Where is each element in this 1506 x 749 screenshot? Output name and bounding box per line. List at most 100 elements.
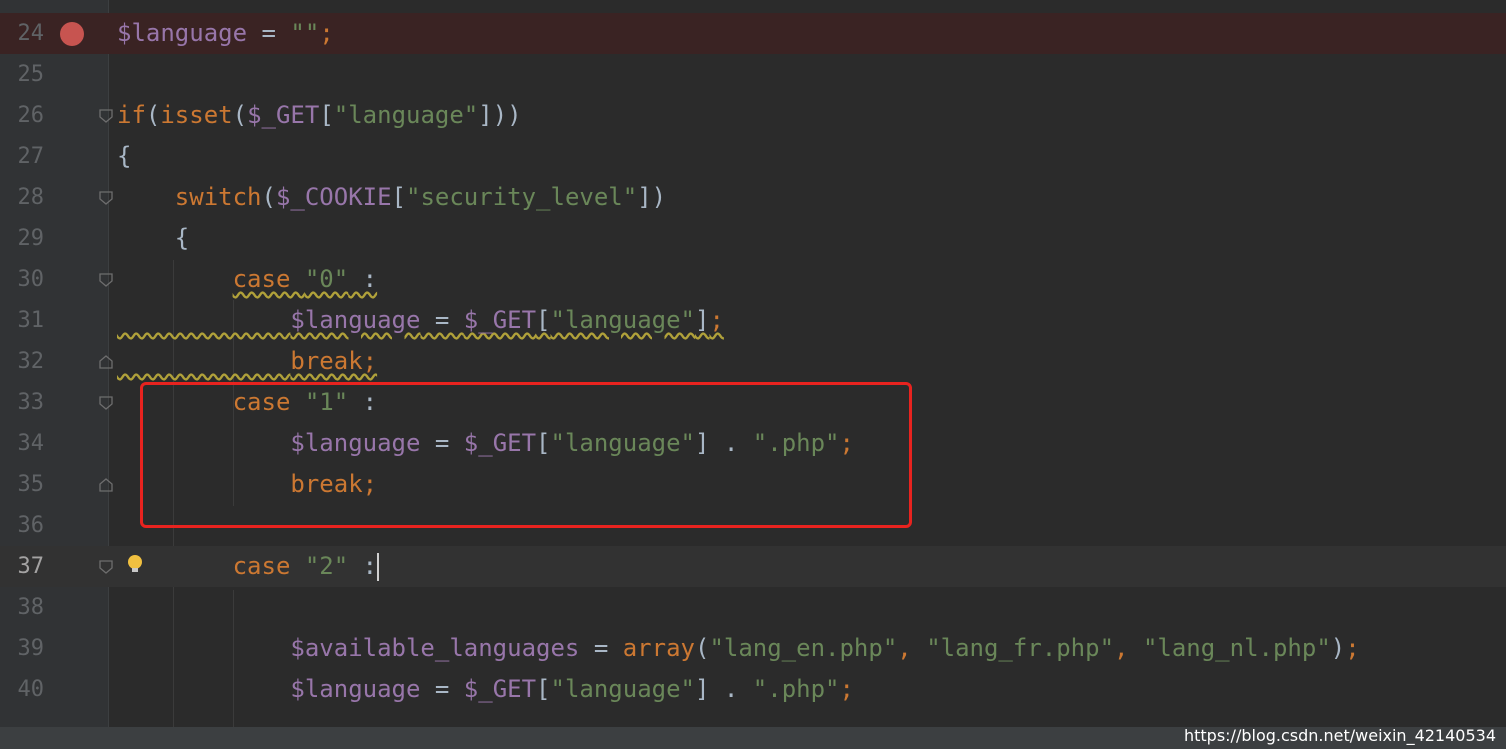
code-line[interactable]: 32 break; [0,341,1506,382]
code-line[interactable]: 26 if(isset($_GET["language"])) [0,95,1506,136]
code-token: ]) [637,183,667,211]
code-token: ".php" [752,675,840,703]
line-number: 26 [17,103,45,128]
code-line[interactable]: 37 case "2" : [0,546,1506,587]
code-text[interactable]: case "0" : [117,259,378,300]
code-text[interactable]: { [117,136,131,177]
code-token: ; [839,675,854,703]
code-line[interactable]: 31 $language = $_GET["language"]; [0,300,1506,341]
code-token: break; [290,347,378,375]
code-token: $language [117,19,248,47]
code-token: ( [145,101,161,129]
breakpoint-icon[interactable] [60,22,84,46]
code-line[interactable]: 27 { [0,136,1506,177]
code-text[interactable]: if(isset($_GET["language"])) [117,95,522,136]
code-text[interactable]: $available_languages = array("lang_en.ph… [117,628,1360,669]
code-token: ( [261,183,276,211]
code-token: $_GET [463,675,537,703]
code-token: [ [536,306,551,334]
line-number: 36 [17,513,45,538]
code-token: $available_languages [290,634,580,662]
code-text[interactable]: $language = $_GET["language"] . ".php"; [117,669,854,710]
code-token: ) [1330,634,1346,662]
code-token: ] [695,306,710,334]
code-token: switch [174,183,262,211]
line-number: 33 [17,390,45,415]
code-token: $language [290,306,421,334]
line-number: 40 [17,677,45,702]
fold-open-icon[interactable] [98,395,114,411]
code-token: "lang_nl.php" [1142,634,1331,662]
code-token: = [579,634,623,662]
code-line[interactable]: 28 switch($_COOKIE["security_level"]) [0,177,1506,218]
code-token: "" [290,19,320,47]
code-token: "language" [550,306,696,334]
code-line[interactable]: 30 case "0" : [0,259,1506,300]
code-token: case [232,552,305,580]
code-token: , [1114,634,1143,662]
fold-open-icon[interactable] [98,559,114,575]
line-number: 31 [17,308,45,333]
code-text[interactable]: switch($_COOKIE["security_level"]) [117,177,666,218]
fold-close-icon[interactable] [98,354,114,370]
code-text[interactable]: { [117,218,189,259]
line-number: 24 [17,21,45,46]
line-number: 38 [17,595,45,620]
line-number: 27 [17,144,45,169]
code-token: { [117,224,190,252]
line-number: 25 [17,62,45,87]
code-text[interactable]: $language = $_GET["language"]; [117,300,724,341]
code-token: { [117,142,132,170]
code-token: , [897,634,927,662]
code-token: : [348,265,378,293]
code-token: = [247,19,291,47]
fold-open-icon[interactable] [98,272,114,288]
code-token: ; [709,306,724,334]
code-token: ( [694,634,710,662]
line-number: 28 [17,185,45,210]
code-text[interactable]: $language = ""; [117,13,334,54]
code-token: "0" [304,265,349,293]
code-text[interactable]: case "2" : [117,546,380,587]
code-token: = [420,306,464,334]
code-token: $_GET [247,101,320,129]
code-token: "language" [550,675,696,703]
code-line[interactable]: 24 $language = ""; [0,13,1506,54]
code-token: "2" [304,552,349,580]
code-token: $_COOKIE [275,183,392,211]
line-number: 37 [17,554,45,579]
fold-open-icon[interactable] [98,108,114,124]
code-token: [ [391,183,406,211]
code-line[interactable]: 40 $language = $_GET["language"] . ".php… [0,669,1506,710]
code-line[interactable]: 38 [0,587,1506,628]
code-line[interactable]: 25 [0,54,1506,95]
fold-open-icon[interactable] [98,190,114,206]
code-token: ; [319,19,334,47]
code-token: ( [232,101,248,129]
line-number: 30 [17,267,45,292]
code-token: "lang_fr.php" [926,634,1115,662]
code-text[interactable]: break; [117,341,377,382]
code-line[interactable]: 29 { [0,218,1506,259]
code-token: if [117,101,146,129]
code-token: [ [536,675,551,703]
code-token: $language [290,675,421,703]
code-token: ; [1345,634,1360,662]
line-number: 29 [17,226,45,251]
code-token: "security_level" [406,183,638,211]
text-caret [377,553,380,581]
line-number: 39 [17,636,45,661]
code-token: [ [319,101,334,129]
code-editor[interactable]: 24 $language = ""; 25 26 if(isset($_GET["lan… [0,0,1506,749]
highlight-box [140,382,912,528]
line-number: 32 [17,349,45,374]
code-token: ])) [478,101,522,129]
code-line[interactable]: 39 $available_languages = array("lang_en… [0,628,1506,669]
fold-close-icon[interactable] [98,477,114,493]
